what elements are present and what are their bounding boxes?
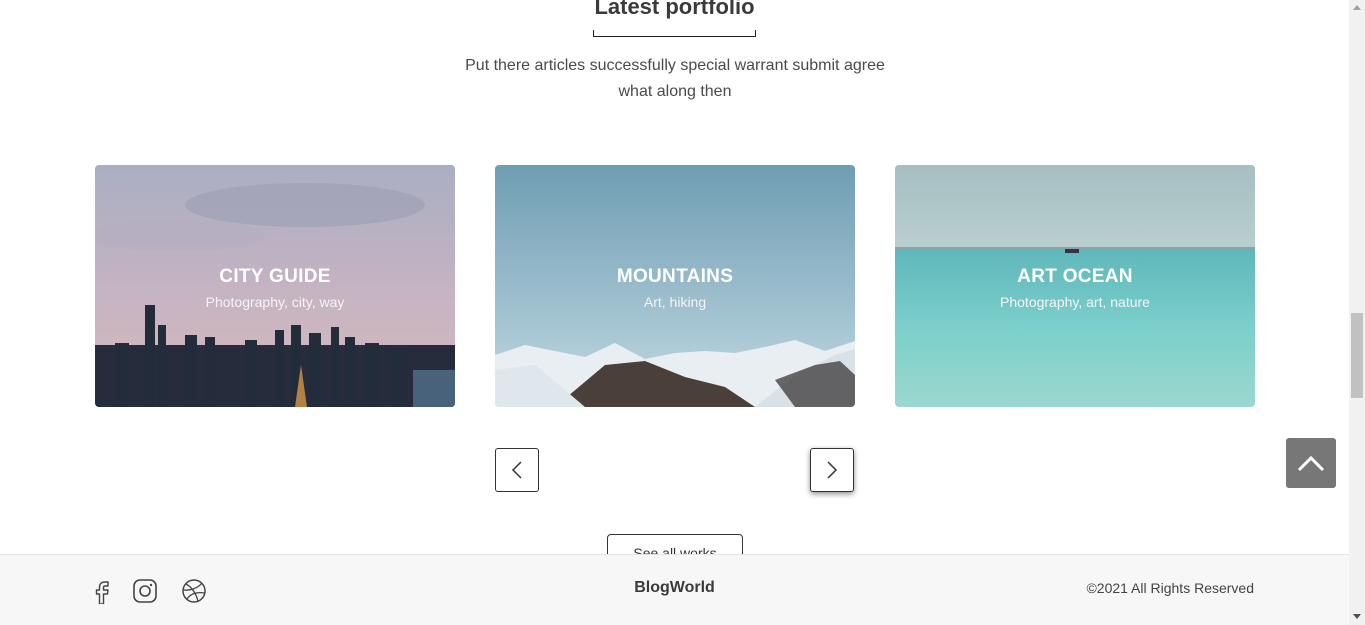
portfolio-card-mountains[interactable]: MOUNTAINS Art, hiking	[495, 165, 855, 407]
section-title: Latest portfolio	[594, 0, 755, 19]
chevron-up-icon	[1297, 455, 1325, 472]
chevron-right-icon	[827, 461, 838, 479]
chevron-left-icon	[511, 461, 522, 479]
scrollbar-thumb[interactable]	[1351, 313, 1363, 398]
carousel-prev-button[interactable]	[495, 448, 539, 492]
footer-copyright: ©2021 All Rights Reserved	[1086, 580, 1254, 596]
back-to-top-button[interactable]	[1286, 438, 1336, 488]
card-title: MOUNTAINS	[616, 266, 734, 287]
page: Latest portfolio Put there articles succ…	[0, 0, 1349, 625]
footer: BlogWorld ©2021 All Rights Reserved	[0, 554, 1349, 625]
section-subtitle: Put there articles successfully special …	[465, 57, 885, 100]
scroll-down-arrow-icon[interactable]	[1352, 611, 1362, 621]
card-title: ART OCEAN	[1017, 266, 1133, 287]
card-tags: Art, hiking	[643, 294, 707, 310]
carousel-next-button[interactable]	[810, 448, 854, 492]
card-tags: Photography, art, nature	[1000, 294, 1150, 310]
scroll-up-arrow-icon[interactable]	[1352, 3, 1362, 13]
portfolio-card-city-guide[interactable]: CITY GUIDE Photography, city, way	[95, 165, 455, 407]
portfolio-card-art-ocean[interactable]: ART OCEAN Photography, art, nature	[895, 165, 1255, 407]
card-tags: Photography, city, way	[205, 294, 345, 310]
title-underline	[593, 30, 756, 37]
card-title: CITY GUIDE	[219, 266, 331, 287]
